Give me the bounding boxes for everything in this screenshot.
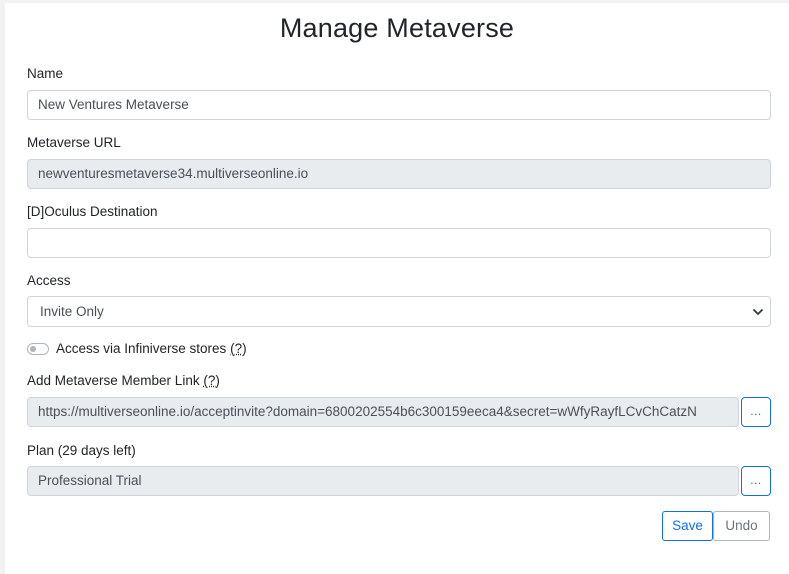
plan-options-button[interactable]: ... xyxy=(741,466,771,496)
oculus-destination-input[interactable] xyxy=(27,228,771,258)
plan-field: Professional Trial xyxy=(27,466,739,496)
name-input[interactable]: New Ventures Metaverse xyxy=(27,90,771,120)
access-selected-value: Invite Only xyxy=(40,304,104,319)
infiniverse-toggle-label: Access via Infiniverse stores (?) xyxy=(56,341,247,356)
member-link-help[interactable]: (?) xyxy=(203,373,220,388)
page-title: Manage Metaverse xyxy=(279,13,515,43)
infiniverse-toggle[interactable] xyxy=(27,343,49,355)
infiniverse-help[interactable]: (?) xyxy=(230,341,247,356)
member-link-options-button[interactable]: ... xyxy=(741,397,771,427)
metaverse-url-label: Metaverse URL xyxy=(27,135,121,150)
save-button[interactable]: Save xyxy=(662,511,713,541)
manage-metaverse-panel: Manage Metaverse Name New Ventures Metav… xyxy=(5,3,789,574)
undo-button[interactable]: Undo xyxy=(713,511,770,541)
chevron-down-icon xyxy=(753,309,763,315)
metaverse-url-field: newventuresmetaverse34.multiverseonline.… xyxy=(27,159,771,189)
name-label: Name xyxy=(27,66,64,81)
plan-label: Plan (29 days left) xyxy=(27,443,136,458)
access-label: Access xyxy=(27,273,71,288)
member-link-label: Add Metaverse Member Link (?) xyxy=(27,373,220,388)
oculus-destination-label: [D]Oculus Destination xyxy=(27,204,158,219)
access-select[interactable]: Invite Only xyxy=(27,296,771,327)
member-link-field[interactable]: https://multiverseonline.io/acceptinvite… xyxy=(27,397,739,427)
